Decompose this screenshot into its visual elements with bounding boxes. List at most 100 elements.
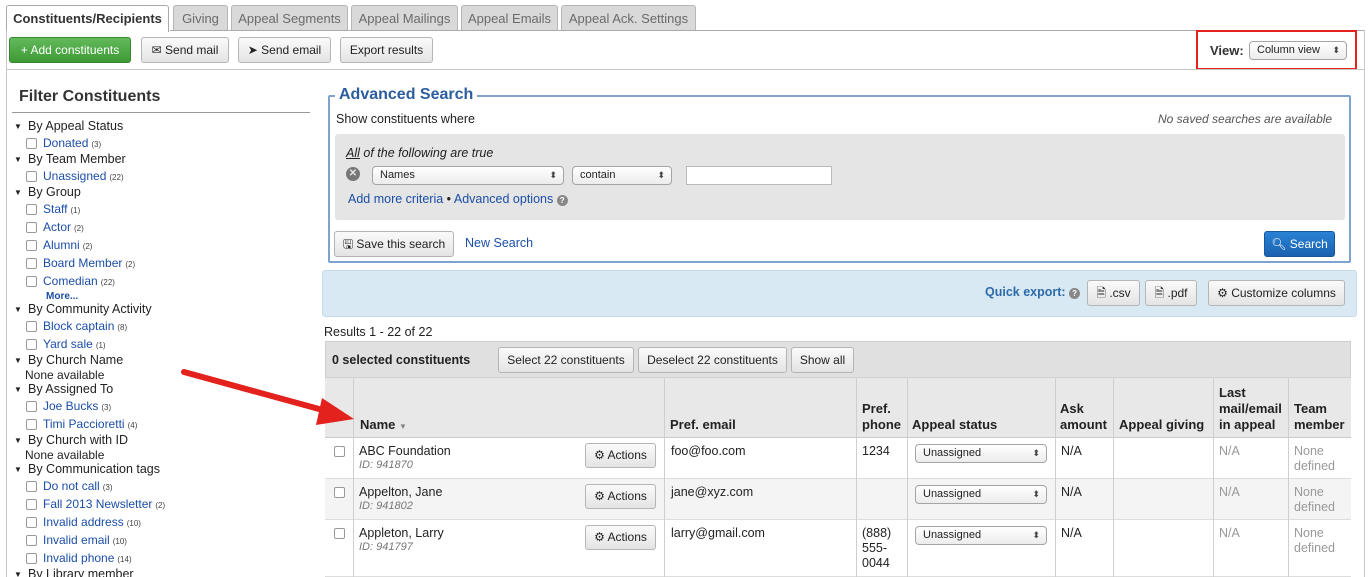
help-icon[interactable]: ? [1069, 288, 1081, 299]
filter-item[interactable]: Alumni (2) [26, 238, 92, 252]
appeal-status-select[interactable]: Unassigned ⬍ [915, 444, 1047, 463]
checkbox[interactable] [26, 401, 37, 412]
filter-item[interactable]: Invalid email (10) [26, 533, 127, 547]
filter-group-community-activity[interactable]: ▼ By Community Activity [14, 302, 152, 316]
row-checkbox[interactable] [334, 528, 345, 539]
criteria-value-input[interactable] [686, 166, 832, 185]
email-link[interactable]: larry@gmail.com [671, 526, 765, 540]
quick-export-bar [322, 270, 1357, 317]
appeal-status-select[interactable]: Unassigned ⬍ [915, 526, 1047, 545]
advanced-search-title: Advanced Search [335, 86, 478, 104]
constituent-name-link[interactable]: ABC Foundation [359, 444, 451, 458]
checkbox[interactable] [26, 481, 37, 492]
show-all-button[interactable]: Show all [791, 347, 854, 373]
column-header-name[interactable]: Name ▼ [360, 417, 407, 435]
actions-button[interactable]: ⚙ Actions [585, 525, 656, 550]
tab-appeal-mailings[interactable]: Appeal Mailings [351, 5, 458, 31]
row-checkbox[interactable] [334, 487, 345, 498]
tab-appeal-ack-settings[interactable]: Appeal Ack. Settings [561, 5, 696, 31]
checkbox[interactable] [26, 535, 37, 546]
chevron-updown-icon: ⬍ [1332, 45, 1340, 55]
email-link[interactable]: foo@foo.com [671, 444, 746, 458]
selected-count: 0 selected constituents [332, 353, 471, 367]
checkbox[interactable] [26, 204, 37, 215]
select-all-button[interactable]: Select 22 constituents [498, 347, 634, 373]
checkbox[interactable] [26, 339, 37, 350]
tab-giving[interactable]: Giving [173, 5, 228, 31]
deselect-all-button[interactable]: Deselect 22 constituents [638, 347, 787, 373]
export-csv-button[interactable]: 🗎 .csv [1087, 280, 1140, 306]
filter-item[interactable]: Staff (1) [26, 202, 80, 216]
checkbox[interactable] [26, 419, 37, 430]
criteria-field-select[interactable]: Names ⬍ [372, 166, 564, 185]
customize-columns-button[interactable]: ⚙ Customize columns [1208, 280, 1345, 306]
criteria-operator-select[interactable]: contain ⬍ [572, 166, 672, 185]
filter-item[interactable]: Yard sale (1) [26, 337, 106, 351]
advanced-options-link[interactable]: Advanced options [454, 192, 553, 206]
new-search-link[interactable]: New Search [465, 236, 533, 250]
filter-item[interactable]: Fall 2013 Newsletter (2) [26, 497, 165, 511]
tab-appeal-emails[interactable]: Appeal Emails [461, 5, 558, 31]
send-email-button[interactable]: ➤ Send email [238, 37, 331, 63]
checkbox[interactable] [26, 258, 37, 269]
send-mail-button[interactable]: ✉ Send mail [141, 37, 229, 63]
filter-group-church-with-id[interactable]: ▼ By Church with ID [14, 433, 128, 447]
filter-group-appeal-status[interactable]: ▼ By Appeal Status [14, 119, 123, 133]
checkbox[interactable] [26, 240, 37, 251]
add-constituents-button[interactable]: + Add constituents [9, 37, 131, 63]
results-summary: Results 1 - 22 of 22 [324, 325, 433, 339]
view-select[interactable]: Column view ⬍ [1249, 41, 1347, 60]
checkbox[interactable] [26, 321, 37, 332]
checkbox[interactable] [26, 499, 37, 510]
email-link[interactable]: jane@xyz.com [671, 485, 753, 499]
tab-constituents[interactable]: Constituents/Recipients [6, 5, 169, 32]
checkbox[interactable] [26, 553, 37, 564]
constituent-name-link[interactable]: Appelton, Jane [359, 485, 442, 499]
export-results-button[interactable]: Export results [340, 37, 433, 63]
checkbox[interactable] [26, 138, 37, 149]
remove-criteria-icon[interactable]: ✕ [346, 167, 360, 181]
checkbox[interactable] [26, 276, 37, 287]
export-pdf-button[interactable]: 🗎 .pdf [1145, 280, 1197, 306]
filter-item[interactable]: Timi Paccioretti (4) [26, 417, 137, 431]
column-header-status[interactable]: Appeal status [912, 417, 997, 433]
add-more-criteria-link[interactable]: Add more criteria [348, 192, 443, 206]
tab-appeal-segments[interactable]: Appeal Segments [231, 5, 348, 31]
column-header-email[interactable]: Pref. email [670, 417, 736, 433]
help-icon[interactable]: ? [556, 195, 568, 206]
filter-item[interactable]: Invalid address (10) [26, 515, 141, 529]
filter-item[interactable]: Board Member (2) [26, 256, 135, 270]
column-header-phone[interactable]: Pref. phone [862, 401, 907, 433]
filter-item[interactable]: Comedian (22) [26, 274, 115, 288]
column-header-giving[interactable]: Appeal giving [1119, 417, 1204, 433]
filter-group-communication-tags[interactable]: ▼ By Communication tags [14, 462, 160, 476]
paper-plane-icon: ➤ [247, 43, 258, 57]
gear-icon: ⚙ [594, 489, 605, 503]
column-header-team[interactable]: Team member [1294, 401, 1352, 433]
filter-group-church-name[interactable]: ▼ By Church Name [14, 353, 123, 367]
filter-item[interactable]: Joe Bucks (3) [26, 399, 111, 413]
appeal-status-select[interactable]: Unassigned ⬍ [915, 485, 1047, 504]
actions-button[interactable]: ⚙ Actions [585, 443, 656, 468]
checkbox[interactable] [26, 517, 37, 528]
constituent-name-link[interactable]: Appleton, Larry [359, 526, 444, 540]
filter-group-assigned-to[interactable]: ▼ By Assigned To [14, 382, 113, 396]
checkbox[interactable] [26, 222, 37, 233]
checkbox[interactable] [26, 171, 37, 182]
filter-more-link[interactable]: More... [46, 291, 78, 302]
save-search-button[interactable]: 🖫 Save this search [334, 231, 454, 257]
filter-item[interactable]: Block captain (8) [26, 319, 127, 333]
filter-item[interactable]: Donated (3) [26, 136, 101, 150]
column-header-last-mail[interactable]: Last mail/email in appeal [1219, 385, 1289, 433]
actions-button[interactable]: ⚙ Actions [585, 484, 656, 509]
filter-item[interactable]: Do not call (3) [26, 479, 112, 493]
filter-group-team-member[interactable]: ▼ By Team Member [14, 152, 126, 166]
filter-group-library-member[interactable]: ▼ By Library member [14, 567, 134, 577]
column-header-ask[interactable]: Ask amount [1060, 401, 1115, 433]
filter-item[interactable]: Actor (2) [26, 220, 84, 234]
filter-item[interactable]: Invalid phone (14) [26, 551, 132, 565]
search-button[interactable]: 🔍︎ Search [1264, 231, 1335, 257]
filter-group-group[interactable]: ▼ By Group [14, 185, 81, 199]
filter-item[interactable]: Unassigned (22) [26, 169, 124, 183]
row-checkbox[interactable] [334, 446, 345, 457]
